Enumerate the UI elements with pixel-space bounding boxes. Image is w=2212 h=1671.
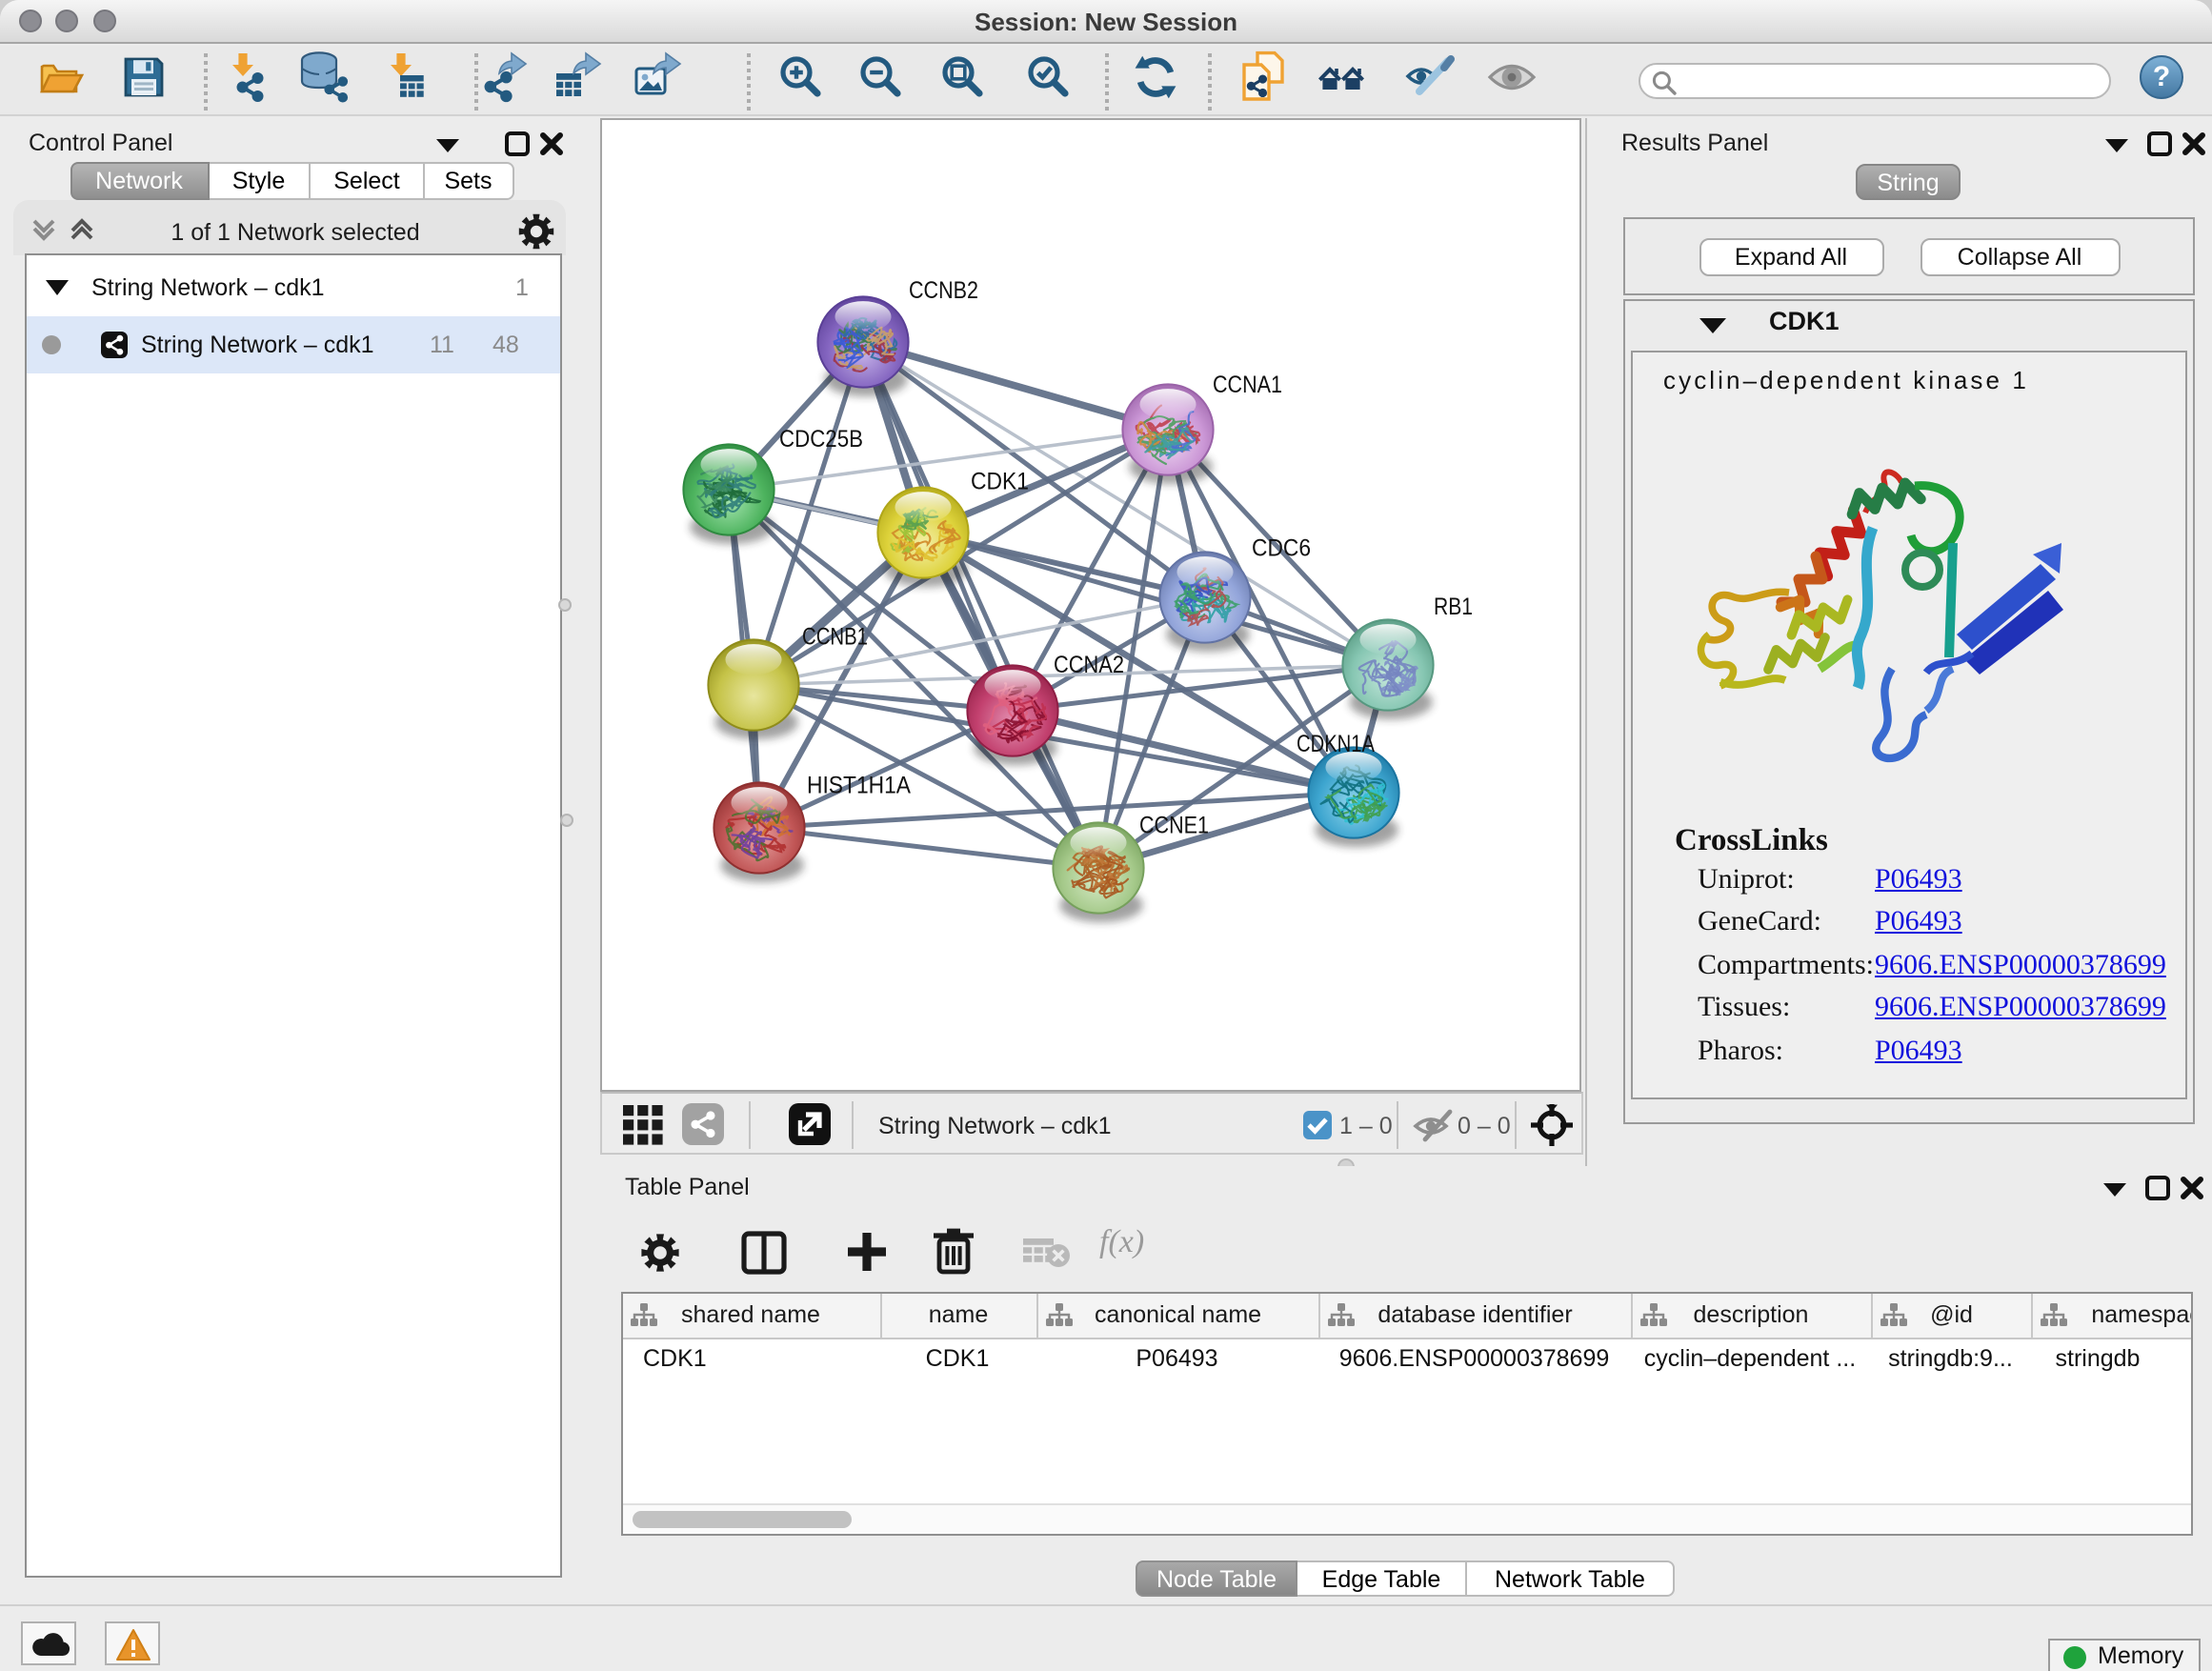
svg-text:CCNB2: CCNB2 [909,277,978,304]
svg-text:CDK1: CDK1 [971,469,1029,495]
svg-text:RB1: RB1 [1434,594,1473,620]
svg-text:CCNE1: CCNE1 [1139,813,1209,839]
svg-text:CDC6: CDC6 [1252,535,1311,562]
svg-text:HIST1H1A: HIST1H1A [807,773,911,799]
svg-text:CCNA1: CCNA1 [1213,372,1282,398]
svg-text:CCNA2: CCNA2 [1054,652,1124,678]
svg-text:CDC25B: CDC25B [779,426,863,453]
svg-text:CDKN1A: CDKN1A [1297,731,1375,757]
svg-text:CCNB1: CCNB1 [802,624,868,651]
